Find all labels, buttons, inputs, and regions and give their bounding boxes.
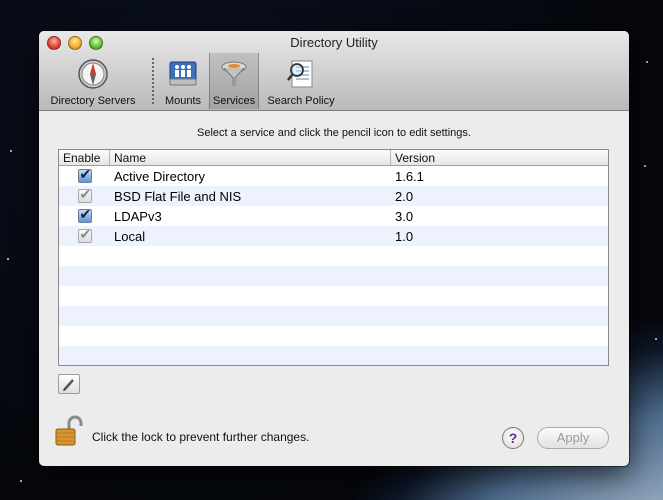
empty-row	[59, 266, 608, 286]
checkmark-icon: ✔	[79, 166, 92, 182]
toolbar-mounts[interactable]: Mounts	[159, 53, 207, 109]
empty-row	[59, 326, 608, 346]
column-header-name[interactable]: Name	[110, 150, 391, 165]
enable-checkbox: ✔	[77, 226, 92, 243]
service-name: Active Directory	[114, 168, 206, 184]
lock-button[interactable]	[53, 414, 87, 448]
star	[7, 258, 9, 260]
star	[644, 165, 646, 167]
table-row[interactable]: ✔ Local 1.0	[59, 226, 608, 246]
checkmark-icon: ✔	[79, 206, 92, 222]
help-button[interactable]: ?	[502, 427, 524, 449]
empty-row	[59, 246, 608, 266]
star	[646, 61, 648, 63]
table-row[interactable]: ✔ LDAPv3 3.0	[59, 206, 608, 226]
toolbar-separator	[152, 58, 154, 104]
network-drive-icon	[166, 57, 200, 91]
column-header-version[interactable]: Version	[391, 150, 608, 165]
enable-checkbox: ✔	[77, 186, 92, 203]
service-version: 2.0	[395, 188, 414, 204]
edit-button[interactable]	[58, 374, 80, 394]
window-title: Directory Utility	[290, 35, 378, 50]
toolbar-label: Directory Servers	[50, 95, 136, 107]
star	[10, 150, 12, 152]
service-name: LDAPv3	[114, 208, 162, 224]
services-table: Enable Name Version ✔ Active Directory 1…	[58, 149, 609, 366]
star	[20, 480, 22, 482]
lock-status-text: Click the lock to prevent further change…	[92, 430, 310, 444]
service-version: 1.0	[395, 228, 414, 244]
service-version: 1.6.1	[395, 168, 424, 184]
apply-button[interactable]: Apply	[537, 427, 609, 449]
star	[655, 338, 657, 340]
services-pane: Select a service and click the pencil ic…	[39, 112, 629, 466]
instruction-text: Select a service and click the pencil ic…	[197, 127, 471, 139]
search-policy-icon	[284, 57, 318, 91]
service-name: Local	[114, 228, 146, 244]
checkmark-icon: ✔	[79, 186, 92, 202]
pencil-icon	[63, 379, 74, 391]
unlocked-padlock-icon	[55, 415, 83, 446]
toolbar-directory-servers[interactable]: Directory Servers	[45, 53, 141, 109]
empty-row	[59, 286, 608, 306]
enable-checkbox[interactable]: ✔	[77, 166, 92, 183]
column-header-enable[interactable]: Enable	[59, 150, 110, 165]
table-row[interactable]: ✔ Active Directory 1.6.1	[59, 166, 608, 186]
service-name: BSD Flat File and NIS	[114, 188, 242, 204]
table-header: Enable Name Version	[59, 150, 608, 166]
compass-icon	[76, 57, 110, 91]
toolbar-label: Services	[212, 95, 256, 107]
empty-row	[59, 346, 608, 365]
checkmark-icon: ✔	[79, 226, 92, 242]
table-row[interactable]: ✔ BSD Flat File and NIS 2.0	[59, 186, 608, 206]
toolbar-services[interactable]: Services	[209, 53, 259, 109]
directory-utility-window: Directory Utility Directory Servers Moun…	[39, 31, 629, 466]
service-version: 3.0	[395, 208, 414, 224]
toolbar-label: Search Policy	[267, 95, 335, 107]
titlebar: Directory Utility Directory Servers Moun…	[39, 31, 629, 111]
enable-checkbox[interactable]: ✔	[77, 206, 92, 223]
toolbar-search-policy[interactable]: Search Policy	[263, 53, 339, 109]
empty-row	[59, 306, 608, 326]
services-icon	[217, 57, 251, 91]
toolbar-label: Mounts	[164, 95, 202, 107]
